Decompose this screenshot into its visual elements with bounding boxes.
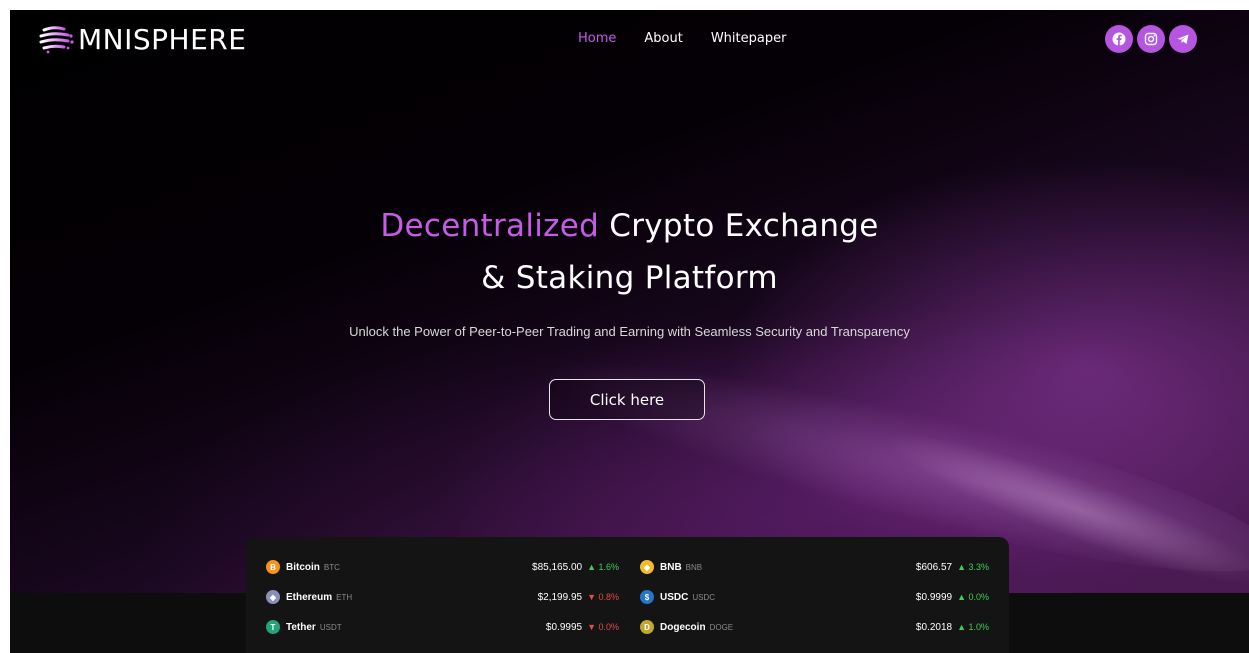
usdc-icon: $	[640, 590, 654, 604]
telegram-button[interactable]	[1169, 25, 1197, 53]
page-viewport: MNISPHERE Home About Whitepaper Decentra…	[10, 10, 1249, 653]
hero-title-line2: & Staking Platform	[481, 260, 778, 296]
nav-link-whitepaper[interactable]: Whitepaper	[711, 31, 787, 46]
coin-price: $606.57	[915, 561, 953, 573]
click-here-button[interactable]: Click here	[549, 379, 705, 420]
coin-symbol: BTC	[323, 562, 340, 572]
coin-price: $0.9999	[915, 591, 953, 603]
bnb-icon: ◈	[640, 560, 654, 574]
price-change-up: ▲ 1.6%	[587, 562, 619, 572]
hero-subtitle: Unlock the Power of Peer-to-Peer Trading…	[349, 324, 910, 339]
nav-link-home[interactable]: Home	[578, 31, 616, 46]
ticker-item-usdt[interactable]: T Tether USDT	[266, 617, 342, 637]
globe-logo-icon	[39, 26, 74, 54]
price-change-down: ▼ 0.8%	[587, 592, 619, 602]
coin-name: Ethereum	[286, 591, 333, 603]
hero-title-accent: Decentralized	[380, 208, 600, 244]
coin-price-group: $0.9999 ▲ 0.0%	[916, 587, 989, 607]
ticker-item-btc[interactable]: B Bitcoin BTC	[266, 557, 340, 577]
coin-name: USDC	[660, 591, 689, 603]
tether-icon: T	[266, 620, 280, 634]
facebook-icon	[1112, 32, 1126, 46]
coin-symbol: USDT	[319, 622, 342, 632]
ethereum-icon: ◆	[266, 590, 280, 604]
hero-title-rest: Crypto Exchange	[599, 208, 879, 244]
price-change-up: ▲ 1.0%	[957, 622, 989, 632]
coin-name: BNB	[660, 561, 682, 573]
coin-symbol: BNB	[685, 562, 703, 572]
coin-name: Dogecoin	[660, 621, 706, 633]
ticker-item-doge[interactable]: D Dogecoin DOGE	[640, 617, 733, 637]
dogecoin-icon: D	[640, 620, 654, 634]
ticker-item-eth[interactable]: ◆ Ethereum ETH	[266, 587, 352, 607]
brand-logo-link[interactable]: MNISPHERE	[38, 24, 246, 56]
instagram-icon	[1144, 32, 1158, 46]
coin-name: Tether	[286, 621, 316, 633]
coin-price-group: $0.9995 ▼ 0.0%	[546, 617, 619, 637]
coin-price: $0.9995	[545, 621, 583, 633]
price-change-down: ▼ 0.0%	[587, 622, 619, 632]
price-change-up: ▲ 0.0%	[957, 592, 989, 602]
nav-links: Home About Whitepaper	[578, 31, 786, 46]
bitcoin-icon: B	[266, 560, 280, 574]
coin-name: Bitcoin	[286, 561, 320, 573]
coin-price: $85,165.00	[532, 561, 583, 573]
social-links	[1105, 25, 1197, 53]
telegram-icon	[1177, 34, 1189, 44]
coin-symbol: ETH	[336, 592, 353, 602]
coin-price-group: $2,199.95 ▼ 0.8%	[538, 587, 619, 607]
coin-price: $0.2018	[915, 621, 953, 633]
coin-symbol: DOGE	[709, 622, 734, 632]
coin-symbol: USDC	[692, 592, 716, 602]
coin-price-group: $85,165.00 ▲ 1.6%	[532, 557, 619, 577]
crypto-ticker-panel: B Bitcoin BTC $85,165.00 ▲ 1.6% ◆ Ethereum ETH $…	[246, 537, 1009, 653]
ticker-item-usdc[interactable]: $ USDC USDC	[640, 587, 715, 607]
nav-link-about[interactable]: About	[644, 31, 682, 46]
coin-price: $2,199.95	[537, 591, 583, 603]
hero-title: Decentralized Crypto Exchange & Staking …	[10, 200, 1249, 304]
coin-price-group: $0.2018 ▲ 1.0%	[916, 617, 989, 637]
facebook-button[interactable]	[1105, 25, 1133, 53]
coin-price-group: $606.57 ▲ 3.3%	[916, 557, 989, 577]
top-navbar: MNISPHERE Home About Whitepaper	[10, 10, 1249, 70]
instagram-button[interactable]	[1137, 25, 1165, 53]
brand-name: MNISPHERE	[78, 23, 247, 56]
price-change-up: ▲ 3.3%	[957, 562, 989, 572]
ticker-item-bnb[interactable]: ◈ BNB BNB	[640, 557, 702, 577]
